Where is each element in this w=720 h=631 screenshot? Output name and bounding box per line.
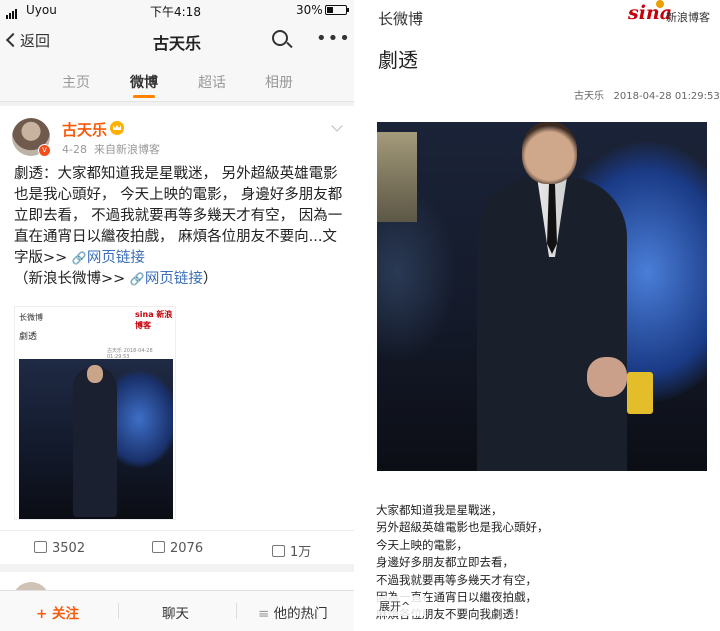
weibo-app-screen: Uyou 下午4:18 30% 返回 古天乐 ••• 主页 微博 超话 相册 v… (0, 0, 354, 631)
web-link-2[interactable]: 网页链接 (145, 271, 203, 287)
thumb-sina-logo: sina 新浪博客 (135, 310, 173, 330)
expand-label: 展开 (379, 600, 401, 613)
member-crown-icon (110, 121, 124, 135)
repost-icon (34, 541, 47, 553)
next-post-card (0, 572, 354, 620)
post-actions: 3502 2076 1万 (0, 530, 354, 564)
signal-icon (6, 5, 18, 19)
blog-site-name: 长微博 (378, 10, 424, 28)
sina-blog-screen: 长微博 sina 新浪博客 劇透 古天乐 2018-04-28 01:29:53… (360, 0, 720, 631)
post-text-mid: （新浪长微博>> (14, 271, 130, 287)
bottom-action-bar: + 关注 聊天 ≡ 他的热门 (0, 590, 354, 631)
chevron-up-icon: ^ (401, 600, 411, 613)
comment-icon (152, 541, 165, 553)
tab-weibo[interactable]: 微博 (130, 72, 158, 92)
chat-button[interactable]: 聊天 (162, 602, 189, 622)
sina-logo-sub: 新浪博客 (666, 11, 710, 24)
link-icon: 🔗 (129, 272, 145, 286)
profile-tabs: 主页 微博 超话 相册 (0, 62, 354, 102)
follow-button[interactable]: + 关注 (36, 602, 79, 622)
thumb-photo (19, 359, 173, 519)
blog-photo[interactable] (377, 122, 707, 471)
post-author[interactable]: 古天乐 (62, 119, 107, 140)
link-icon: 🔗 (71, 251, 87, 265)
post-date: 4-28 (62, 143, 87, 156)
comment-count: 2076 (170, 541, 204, 556)
blog-byline: 古天乐 2018-04-28 01:29:53 (574, 87, 720, 102)
carrier-name: Uyou (26, 3, 57, 17)
verified-badge-icon: v (38, 144, 51, 157)
tab-home[interactable]: 主页 (62, 72, 90, 92)
post-text-end: ） (202, 271, 218, 287)
blog-line: 另外超級英雄電影也是我心頭好， (376, 520, 549, 535)
nav-bar: 返回 古天乐 ••• (0, 20, 354, 62)
repost-button[interactable]: 3502 (34, 541, 85, 556)
post-image-thumbnail[interactable]: 长微博 sina 新浪博客 劇透 古天乐 2018-04-28 01:29:53 (14, 306, 176, 520)
web-link-1[interactable]: 网页链接 (87, 250, 145, 266)
post-meta: 4-28 来自新浪博客 (62, 141, 160, 157)
hot-posts-label: 他的热门 (273, 606, 328, 622)
search-icon[interactable] (272, 30, 288, 46)
post-text-main: 劇透：大家都知道我是星戰迷， 另外超級英雄電影也是我心頭好， 今天上映的電影， … (14, 166, 343, 266)
post-source: 来自新浪博客 (93, 143, 160, 156)
status-bar: Uyou 下午4:18 30% (0, 0, 354, 20)
blog-line: 不過我就要再等多幾天才有空， (376, 572, 537, 587)
thumbs-up-icon (272, 545, 285, 557)
like-count: 1万 (290, 545, 312, 560)
hot-posts-button[interactable]: ≡ 他的热门 (258, 602, 328, 622)
blog-title: 劇透 (378, 48, 418, 72)
blog-line: 身邊好多朋友都立即去看， (376, 555, 514, 570)
menu-icon: ≡ (258, 606, 274, 622)
blog-author: 古天乐 (574, 91, 604, 102)
battery-icon (325, 5, 349, 15)
tab-super-topic[interactable]: 超话 (198, 72, 226, 92)
blog-datetime: 2018-04-28 01:29:53 (613, 91, 720, 102)
page-title: 古天乐 (152, 34, 201, 53)
repost-count: 3502 (52, 541, 86, 556)
expand-button[interactable]: 展开^ (376, 596, 426, 616)
blog-line: 今天上映的電影， (376, 537, 468, 552)
active-tab-indicator (133, 95, 155, 98)
thumb-title: 劇透 (19, 332, 38, 342)
blog-line: 大家都知道我是星戰迷， (376, 503, 503, 517)
tab-album[interactable]: 相册 (265, 72, 293, 92)
more-icon[interactable]: ••• (316, 28, 351, 49)
battery-percent: 30% (296, 3, 323, 17)
like-button[interactable]: 1万 (272, 541, 311, 560)
chevron-down-icon[interactable] (331, 120, 343, 132)
post-text: 劇透：大家都知道我是星戰迷， 另外超級英雄電影也是我心頭好， 今天上映的電影， … (14, 164, 344, 290)
status-time: 下午4:18 (150, 5, 201, 19)
comment-button[interactable]: 2076 (152, 541, 203, 556)
weibo-post-card: v 古天乐 4-28 来自新浪博客 劇透：大家都知道我是星戰迷， 另外超級英雄電… (0, 106, 354, 564)
thumb-site-name: 长微博 (19, 313, 43, 322)
